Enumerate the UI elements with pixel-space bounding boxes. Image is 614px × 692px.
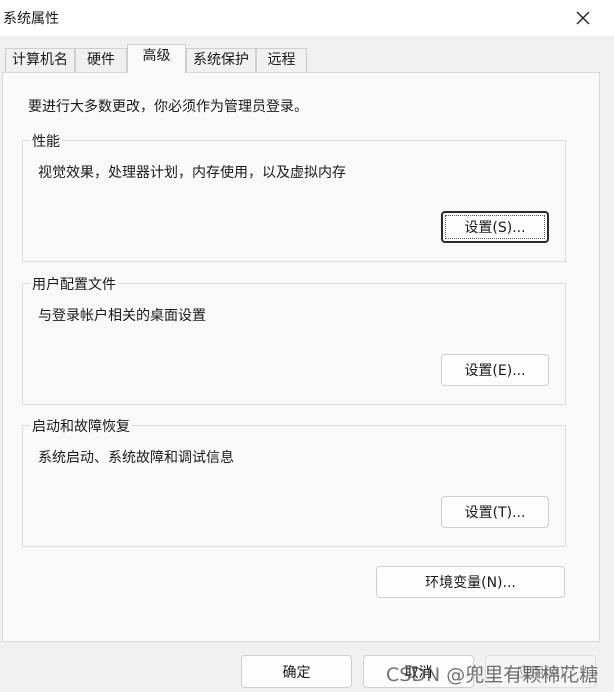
user-profiles-description: 与登录帐户相关的桌面设置 xyxy=(38,308,206,324)
close-button[interactable] xyxy=(565,0,601,36)
performance-group-title: 性能 xyxy=(30,131,62,151)
title-bar: 系统属性 xyxy=(0,0,614,36)
environment-variables-button[interactable]: 环境变量(N)... xyxy=(376,566,565,598)
startup-recovery-settings-button[interactable]: 设置(T)... xyxy=(441,496,549,528)
performance-group xyxy=(22,140,566,262)
tab-hardware[interactable]: 硬件 xyxy=(75,48,127,72)
performance-description: 视觉效果，处理器计划，内存使用，以及虚拟内存 xyxy=(38,165,346,181)
startup-recovery-group xyxy=(22,425,566,547)
tab-computer-name[interactable]: 计算机名 xyxy=(5,48,75,72)
watermark: CSDN @兜里有颗棉花糖 xyxy=(386,664,599,686)
user-profiles-group-title: 用户配置文件 xyxy=(30,274,118,294)
user-profiles-settings-button[interactable]: 设置(E)... xyxy=(441,354,549,386)
ok-button[interactable]: 确定 xyxy=(241,655,352,688)
user-profiles-group xyxy=(22,283,566,405)
startup-recovery-description: 系统启动、系统故障和调试信息 xyxy=(38,450,234,466)
close-icon xyxy=(576,11,590,25)
tab-system-protection[interactable]: 系统保护 xyxy=(186,48,256,72)
performance-settings-button[interactable]: 设置(S)... xyxy=(441,211,549,243)
startup-recovery-group-title: 启动和故障恢复 xyxy=(30,416,132,436)
tab-advanced[interactable]: 高级 xyxy=(127,44,186,73)
admin-note: 要进行大多数更改，你必须作为管理员登录。 xyxy=(28,99,308,115)
window-title: 系统属性 xyxy=(3,11,59,27)
tab-remote[interactable]: 远程 xyxy=(256,48,307,72)
